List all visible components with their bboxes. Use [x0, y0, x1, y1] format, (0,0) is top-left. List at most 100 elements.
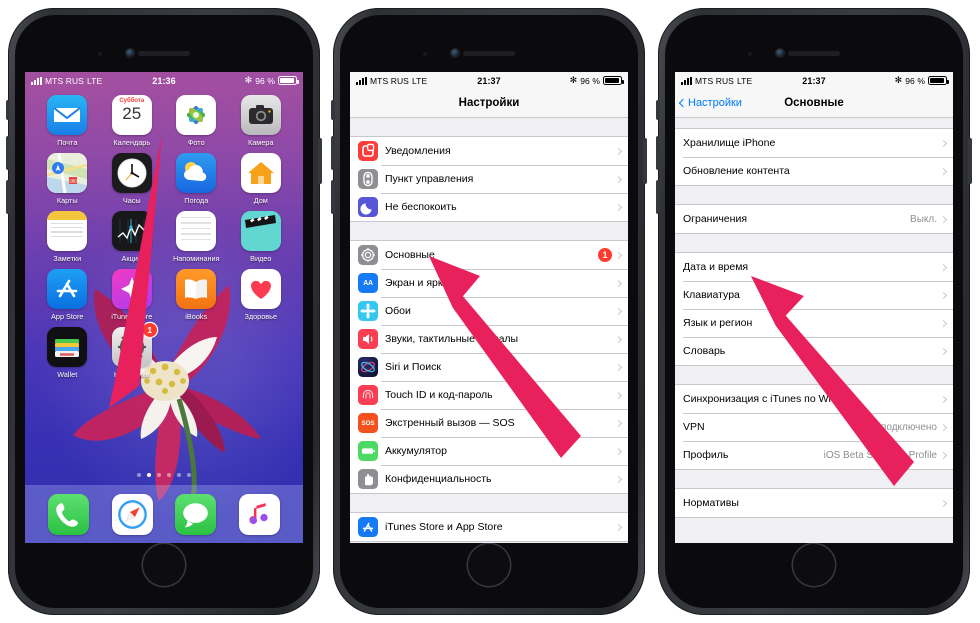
settings-row-general[interactable]: Основные 1	[350, 241, 628, 269]
row-accessory	[939, 139, 953, 147]
general-row-profile[interactable]: Профиль iOS Beta Software Profile	[675, 441, 953, 469]
app-icon-clock[interactable]: Часы	[104, 153, 160, 205]
appstore-blue-icon	[358, 517, 378, 537]
app-grid: Почта Суббота 25 Календарь Фото Камера 2…	[25, 89, 303, 379]
settings-row-sounds[interactable]: Звуки, тактильные сигналы	[350, 325, 628, 353]
volume-up-button[interactable]	[6, 136, 10, 170]
power-button[interactable]	[968, 138, 972, 184]
row-value: Не подключено	[865, 421, 937, 433]
app-icon-appstore[interactable]: App Store	[39, 269, 95, 321]
general-row-dictionary[interactable]: Словарь	[675, 337, 953, 365]
settings-row-touch-id[interactable]: Touch ID и код-пароль	[350, 381, 628, 409]
volume-down-button[interactable]	[6, 180, 10, 214]
app-icon-camera[interactable]: Камера	[233, 95, 289, 147]
chevron-right-icon	[614, 203, 623, 211]
safari-icon[interactable]	[111, 493, 153, 535]
page-dot[interactable]	[157, 473, 161, 477]
settings-row-notifications[interactable]: Уведомления	[350, 137, 628, 165]
row-accessory	[614, 391, 628, 399]
general-row-restrictions[interactable]: Ограничения Выкл.	[675, 205, 953, 233]
phone-icon[interactable]	[48, 493, 90, 535]
home-button[interactable]	[143, 544, 185, 586]
home-button[interactable]	[468, 544, 510, 586]
reminders-icon	[176, 211, 217, 251]
volume-down-button[interactable]	[331, 180, 335, 214]
general-row-keyboard[interactable]: Клавиатура	[675, 281, 953, 309]
chevron-right-icon	[614, 335, 623, 343]
settings-row-sos[interactable]: SOS Экстренный вызов — SOS	[350, 409, 628, 437]
app-icon-stocks[interactable]: Акции	[104, 211, 160, 263]
app-icon-ibooks[interactable]: iBooks	[168, 269, 224, 321]
row-label: Клавиатура	[683, 289, 740, 301]
volume-up-button[interactable]	[331, 136, 335, 170]
app-icon-maps[interactable]: 280 Карты	[39, 153, 95, 205]
app-icon-settings[interactable]: 1 Настройки	[104, 323, 160, 379]
settings-row-control-center[interactable]: Пункт управления	[350, 165, 628, 193]
settings-row-itunes-appstore[interactable]: iTunes Store и App Store	[350, 513, 628, 541]
page-dot[interactable]	[137, 473, 141, 477]
silent-switch[interactable]	[331, 100, 335, 120]
back-button[interactable]: Настройки	[678, 97, 742, 109]
settings-row-privacy[interactable]: Конфиденциальность	[350, 465, 628, 493]
app-icon-weather[interactable]: Погода	[168, 153, 224, 205]
general-row-iphone-storage[interactable]: Хранилище iPhone	[675, 129, 953, 157]
settings-row-display-brightness[interactable]: AA Экран и яркость	[350, 269, 628, 297]
general-row-language-region[interactable]: Язык и регион	[675, 309, 953, 337]
row-label: Профиль	[683, 449, 729, 461]
front-camera-icon	[451, 49, 459, 57]
general-row-vpn[interactable]: VPN Не подключено	[675, 413, 953, 441]
app-icon-health[interactable]: Здоровье	[233, 269, 289, 321]
general-row-regulatory[interactable]: Нормативы	[675, 489, 953, 517]
settings-row-battery[interactable]: Аккумулятор	[350, 437, 628, 465]
settings-row-siri[interactable]: Siri и Поиск	[350, 353, 628, 381]
page-dot-active[interactable]	[147, 473, 151, 477]
app-label: Погода	[184, 196, 209, 205]
status-clock: 21:36	[152, 75, 176, 86]
silent-switch[interactable]	[656, 100, 660, 120]
power-button[interactable]	[318, 138, 322, 184]
chevron-left-icon	[678, 98, 688, 108]
general-row-date-time[interactable]: Дата и время	[675, 253, 953, 281]
app-icon-videos[interactable]: Видео	[233, 211, 289, 263]
app-icon-calendar[interactable]: Суббота 25 Календарь	[104, 95, 160, 147]
app-icon-photos[interactable]: Фото	[168, 95, 224, 147]
music-icon[interactable]	[238, 493, 280, 535]
navigation-bar: Настройки Основные	[675, 89, 953, 118]
app-icon-itunes[interactable]: iTunes Store	[104, 269, 160, 321]
maps-icon: 280	[47, 153, 88, 193]
settings-row-do-not-disturb[interactable]: Не беспокоить	[350, 193, 628, 221]
page-dot[interactable]	[187, 473, 191, 477]
messages-icon[interactable]	[175, 493, 217, 535]
display-brightness-icon: AA	[358, 273, 378, 293]
app-icon-reminders[interactable]: Напоминания	[168, 211, 224, 263]
app-icon-mail[interactable]: Почта	[39, 95, 95, 147]
silent-switch[interactable]	[6, 100, 10, 120]
general-row-itunes-wifi-sync[interactable]: Синхронизация с iTunes по Wi-Fi	[675, 385, 953, 413]
control-center-icon	[358, 169, 378, 189]
home-button[interactable]	[793, 544, 835, 586]
volume-down-button[interactable]	[656, 180, 660, 214]
power-button[interactable]	[643, 138, 647, 184]
volume-up-button[interactable]	[656, 136, 660, 170]
page-dot[interactable]	[167, 473, 171, 477]
row-label: Не беспокоить	[385, 201, 457, 213]
privacy-icon	[358, 469, 378, 489]
general-group-3: Дата и время Клавиатура Язык и регион Сл…	[675, 252, 953, 366]
app-icon-home[interactable]: Дом	[233, 153, 289, 205]
row-accessory	[614, 279, 628, 287]
app-icon-notes[interactable]: Заметки	[39, 211, 95, 263]
general-group-4: Синхронизация с iTunes по Wi-Fi VPN Не п…	[675, 384, 953, 470]
earpiece-speaker	[138, 51, 190, 56]
chevron-right-icon	[939, 139, 948, 147]
page-dot[interactable]	[177, 473, 181, 477]
settings-row-wallpaper[interactable]: Обои	[350, 297, 628, 325]
app-icon-wallet[interactable]: Wallet	[39, 327, 95, 379]
row-label: Обновление контента	[683, 165, 790, 177]
row-accessory: iOS Beta Software Profile	[824, 450, 953, 461]
page-indicator-dots[interactable]	[25, 473, 303, 477]
touchid-icon	[358, 385, 378, 405]
general-row-background-refresh[interactable]: Обновление контента	[675, 157, 953, 185]
settings-group-1: Уведомления Пункт управления Не беспокои…	[350, 136, 628, 222]
